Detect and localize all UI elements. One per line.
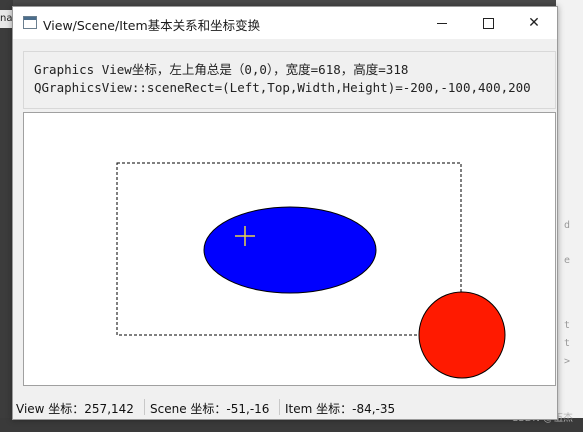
close-icon: ✕ <box>528 15 540 31</box>
background-right-panel: d e t t > <box>556 0 583 432</box>
scene-rect-label: QGraphicsView::sceneRect=(Left,Top,Width… <box>34 80 531 95</box>
graphics-scene <box>116 162 506 379</box>
minimize-button[interactable] <box>419 7 465 39</box>
view-info-label: Graphics View坐标，左上角总是（0,0），宽度=618，高度=318 <box>34 62 409 77</box>
close-button[interactable]: ✕ <box>511 7 557 39</box>
maximize-icon <box>482 17 494 29</box>
status-bar: View 坐标：257,142 Scene 坐标：-51,-16 Item 坐标… <box>13 397 557 419</box>
app-window-icon <box>23 16 37 29</box>
status-separator <box>279 399 280 415</box>
ellipse-item[interactable] <box>203 206 377 294</box>
background-text: t <box>564 338 571 349</box>
circle-item[interactable] <box>418 291 506 379</box>
background-text: d <box>564 220 571 231</box>
maximize-button[interactable] <box>465 7 511 39</box>
view-coord-label: View 坐标：257,142 <box>16 402 134 416</box>
window-title: View/Scene/Item基本关系和坐标变换 <box>43 18 261 33</box>
background-bottom-bar <box>0 418 583 432</box>
scene-coord-label: Scene 坐标：-51,-16 <box>150 402 270 416</box>
minimize-icon <box>437 22 447 24</box>
title-bar[interactable]: View/Scene/Item基本关系和坐标变换 ✕ <box>13 7 557 39</box>
background-text: > <box>564 356 571 367</box>
item-coord-label: Item 坐标：-84,-35 <box>285 402 396 416</box>
background-text: e <box>564 255 571 266</box>
info-panel: Graphics View坐标，左上角总是（0,0），宽度=618，高度=318… <box>23 51 556 109</box>
app-window: View/Scene/Item基本关系和坐标变换 ✕ Graphics View… <box>12 6 558 420</box>
graphics-view[interactable] <box>23 112 556 386</box>
background-text: t <box>564 320 571 331</box>
status-separator <box>144 399 145 415</box>
